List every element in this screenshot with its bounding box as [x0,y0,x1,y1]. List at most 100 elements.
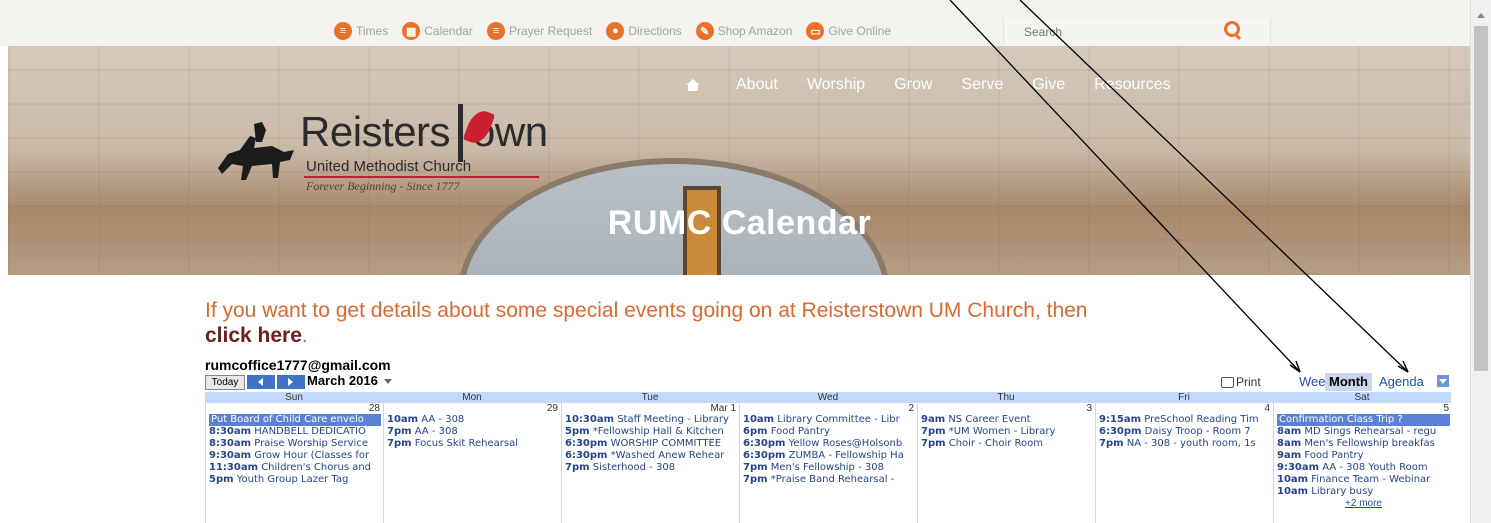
calendar-event[interactable]: 7pm Choir - Choir Room [921,438,1093,450]
calendar-event[interactable]: 11:30am Children's Chorus and [209,462,381,474]
give-online-link[interactable]: ▭ Give Online [806,22,891,40]
event-time: 10am [1277,486,1309,497]
nav-item-resources[interactable]: Resources [1094,76,1170,94]
calendar-event[interactable]: 9:30am AA - 308 Youth Room [1277,462,1450,474]
calendar-event[interactable]: 9:15am PreSchool Reading Tim [1099,414,1271,426]
calendar-event[interactable]: 8:30am HANDBELL DEDICATIO [209,426,381,438]
day-number[interactable]: 4 [1264,403,1270,414]
calendar-event[interactable]: 10am AA - 308 [387,414,559,426]
calendar-event[interactable]: 6:30pm WORSHIP COMMITTEE [565,438,737,450]
page-title: RUMC Calendar [607,204,872,242]
all-day-event[interactable]: Put Board of Child Care envelo [209,414,381,426]
calendar-link[interactable]: ▦ Calendar [402,22,473,40]
calendar-event[interactable]: 5pm Youth Group Lazer Tag [209,474,381,486]
directions-link[interactable]: ● Directions [606,22,682,40]
day-cell-fri[interactable]: 4 9:15am PreSchool Reading Tim 6:30pm Dais… [1095,403,1273,523]
calendar-event[interactable]: 7pm Sisterhood - 308 [565,462,737,474]
day-header-sat: Sat [1354,392,1370,403]
scrollbar-thumb[interactable] [1474,26,1488,371]
day-number[interactable]: 28 [369,403,380,414]
prayer-request-link[interactable]: ≡ Prayer Request [486,22,592,40]
tab-agenda[interactable]: Agenda [1375,373,1428,391]
event-list: 10am AA - 308 7pm AA - 308 7pm Focus Skit … [387,414,559,450]
calendar-event[interactable]: 9:30am Grow Hour (Classes for [209,450,381,462]
day-cell-mon[interactable]: 29 10am AA - 308 7pm AA - 308 7pm Focus Ski… [383,403,561,523]
event-title: AA - 308 Youth Room [1322,462,1428,473]
all-day-event[interactable]: Confirmation Class Trip ? [1277,414,1450,426]
calendar-event[interactable]: 7pm Focus Skit Rehearsal [387,438,559,450]
tab-month[interactable]: Month [1325,373,1372,391]
calendar-event[interactable]: 10am Finance Team - Webinar [1277,474,1450,486]
event-time: 5pm [209,474,234,485]
view-menu-button[interactable] [1437,375,1449,387]
home-icon[interactable] [686,79,700,91]
calendar-event[interactable]: 9am Food Pantry [1277,450,1450,462]
search-input[interactable] [1022,24,1226,40]
day-number[interactable]: 5 [1443,403,1449,414]
day-cell-sat[interactable]: 5 Confirmation Class Trip ? 8am MD Sings R… [1273,403,1452,523]
day-number[interactable]: 29 [547,403,558,414]
calendar-event[interactable]: 10:30am Staff Meeting - Library [565,414,737,426]
vertical-scrollbar[interactable] [1470,0,1491,523]
event-title: Staff Meeting - Library [617,414,729,425]
calendar-event[interactable]: 6:30pm Daisy Troop - Room 7 [1099,426,1271,438]
main-nav: About Worship Grow Serve Give Resources [686,76,1200,94]
shop-amazon-link[interactable]: ✎ Shop Amazon [695,22,792,40]
chevron-left-icon [258,378,263,386]
day-cell-tue[interactable]: Mar 1 10:30am Staff Meeting - Library 5pm … [561,403,739,523]
print-button[interactable]: Print [1221,375,1261,389]
calendar-event[interactable]: 8:30am Praise Worship Service [209,438,381,450]
day-header-tue: Tue [641,392,659,403]
event-title: PreSchool Reading Tim [1144,414,1259,425]
event-title: Put Board of Child Care envelo [211,414,364,425]
nav-item-serve[interactable]: Serve [961,76,1003,94]
calendar-event[interactable]: 7pm NA - 308 - youth room, 1s [1099,438,1271,450]
intro-text: If you want to get details about some sp… [205,298,1305,348]
calendar-event[interactable]: 6pm Food Pantry [743,426,915,438]
printer-icon [1221,377,1234,389]
times-link[interactable]: ≡ Times [334,22,388,40]
event-time: 11:30am [209,462,258,473]
click-here-link[interactable]: click here [205,323,302,348]
calendar-event[interactable]: 9am NS Career Event [921,414,1093,426]
scroll-up-icon[interactable] [1477,13,1485,18]
today-button[interactable]: Today [205,375,245,390]
day-number[interactable]: Mar 1 [710,403,736,414]
calendar-event[interactable]: 6:30pm Yellow Roses@Holsonb [743,438,915,450]
event-time: 6pm [743,426,768,437]
calendar-event[interactable]: 6:30pm *Washed Anew Rehear [565,450,737,462]
calendar-event[interactable]: 10am Library Committee - Libr [743,414,915,426]
nav-item-about[interactable]: About [736,76,778,94]
arrowhead-week [1289,360,1301,373]
event-title: Yellow Roses@Holsonb [788,438,903,449]
event-time: 10am [387,414,419,425]
calendar-event[interactable]: 7pm *Praise Band Rehearsal - [743,474,915,486]
event-time: 9:15am [1099,414,1142,425]
calendar-event[interactable]: 7pm AA - 308 [387,426,559,438]
more-events-link[interactable]: +2 more [1277,498,1450,509]
church-logo[interactable]: Reisters own United Methodist Church Fore… [210,76,550,206]
day-cell-wed[interactable]: 2 10am Library Committee - Libr 6pm Food P… [739,403,917,523]
nav-item-grow[interactable]: Grow [894,76,932,94]
event-time: 7pm [387,438,412,449]
calendar-event[interactable]: 5pm *Fellowship Hall & Kitchen [565,426,737,438]
month-selector[interactable]: March 2016 [307,373,392,388]
calendar-event[interactable]: 7pm *UM Women - Library [921,426,1093,438]
calendar-event[interactable]: 8am MD Sings Rehearsal - regu [1277,426,1450,438]
calendar-event[interactable]: 8am Men's Fellowship breakfas [1277,438,1450,450]
next-month-button[interactable] [277,375,305,389]
event-time: 8am [1277,438,1302,449]
search-icon[interactable] [1224,21,1240,37]
calendar-event[interactable]: 10am Library busy [1277,486,1450,498]
day-cell-thu[interactable]: 3 9am NS Career Event 7pm *UM Women - Libr… [917,403,1095,523]
event-title: HANDBELL DEDICATIO [254,426,366,437]
nav-item-give[interactable]: Give [1032,76,1065,94]
nav-item-worship[interactable]: Worship [807,76,865,94]
day-number[interactable]: 2 [908,403,914,414]
day-cell-sun[interactable]: 28 Put Board of Child Care envelo 8:30am H… [205,403,383,523]
prev-month-button[interactable] [247,375,275,389]
map-pin-icon: ● [606,22,625,40]
calendar-event[interactable]: 6:30pm ZUMBA - Fellowship Ha [743,450,915,462]
day-number[interactable]: 3 [1086,403,1092,414]
calendar-event[interactable]: 7pm Men's Fellowship - 308 [743,462,915,474]
